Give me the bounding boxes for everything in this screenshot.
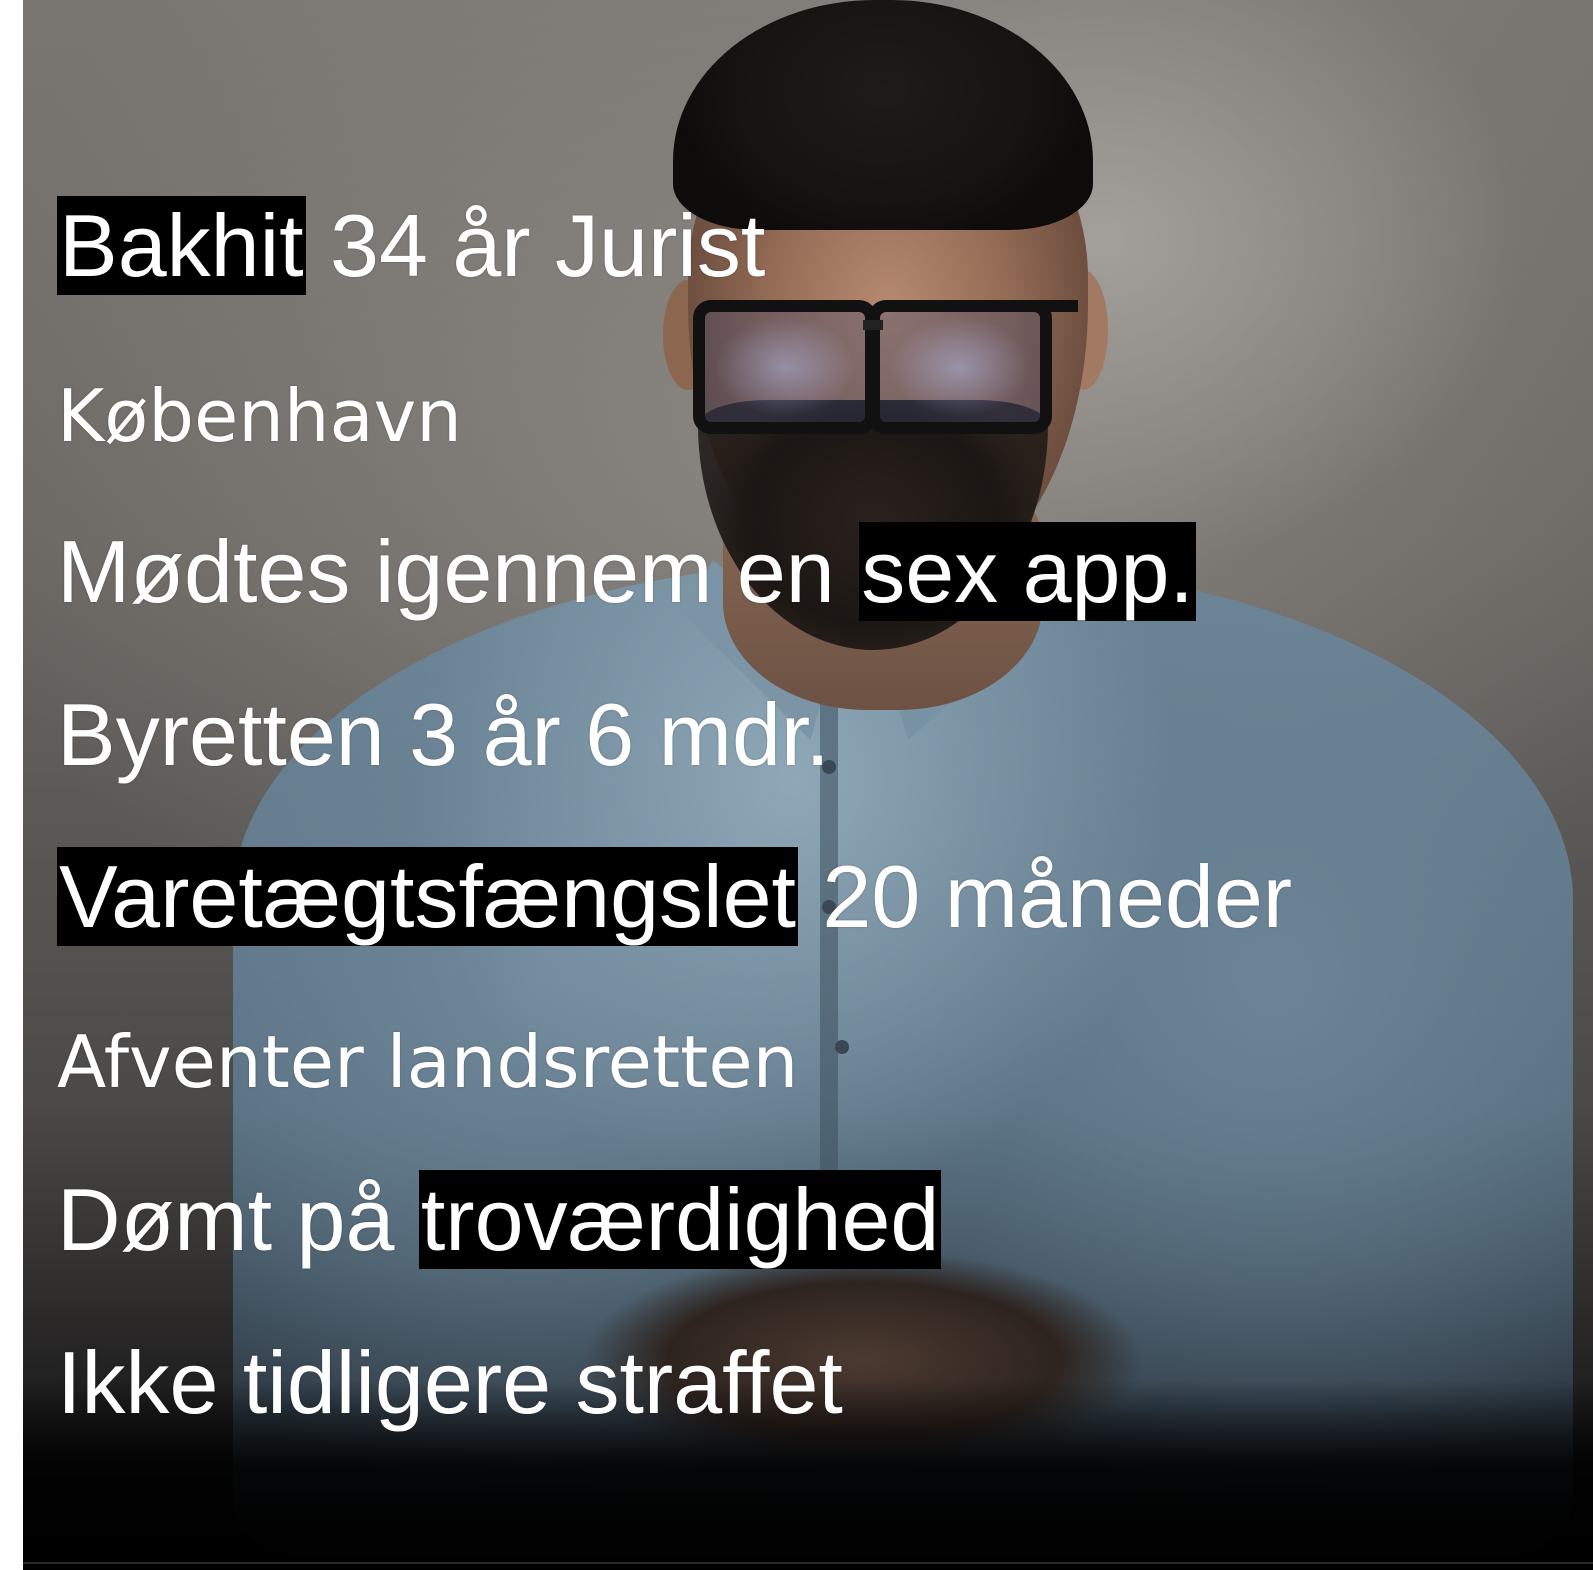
caption-line-convicted-on: Dømt på troværdighed — [57, 1170, 942, 1270]
caption-line-met-through: Mødtes igennem en sex app. — [57, 522, 1196, 622]
caption-text: 34 år Jurist — [305, 196, 766, 295]
highlighted-credibility: troværdighed — [418, 1170, 942, 1269]
caption-line-awaiting-appeal: Afventer landsretten — [57, 1012, 798, 1112]
caption-line-city: København — [57, 366, 462, 466]
caption-text: Afventer landsretten — [57, 1020, 799, 1104]
caption-text: Ikke tidligere straffet — [57, 1333, 843, 1432]
caption-overlay: Bakhit 34 år Jurist København Mødtes ige… — [0, 0, 1593, 1570]
caption-line-no-prior-record: Ikke tidligere straffet — [57, 1333, 843, 1433]
highlighted-name: Bakhit — [57, 196, 306, 295]
caption-line-district-court: Byretten 3 år 6 mdr. — [57, 685, 830, 785]
caption-text: Mødtes igennem en — [57, 522, 860, 621]
caption-line-name-age-profession: Bakhit 34 år Jurist — [57, 196, 765, 296]
highlighted-app: sex app. — [859, 522, 1196, 621]
caption-line-custody: Varetægtsfængslet 20 måneder — [57, 847, 1292, 947]
caption-text: Dømt på — [57, 1170, 419, 1269]
highlighted-custody: Varetægtsfængslet — [57, 847, 798, 946]
caption-text: 20 måneder — [797, 847, 1293, 946]
caption-text: Byretten 3 år 6 mdr. — [57, 685, 830, 784]
caption-text: København — [57, 374, 462, 458]
